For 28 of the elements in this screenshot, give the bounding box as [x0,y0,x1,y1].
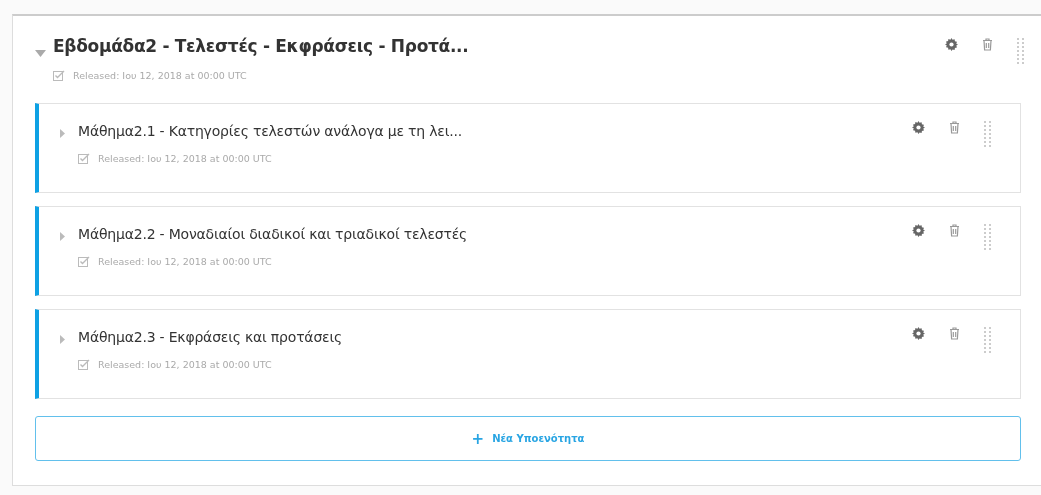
checkbox-icon [53,70,65,81]
drag-handle-icon[interactable] [984,327,992,353]
caret-right-icon[interactable] [60,129,65,138]
trash-icon[interactable] [949,327,960,340]
settings-icon[interactable] [912,327,925,340]
release-status: Released: Ιου 12, 2018 at 00:00 UTC [98,359,272,370]
settings-icon[interactable] [912,224,925,237]
subsection-title[interactable]: Μάθημα2.3 - Εκφράσεις και προτάσεις [78,329,342,345]
release-status: Released: Ιου 12, 2018 at 00:00 UTC [98,256,272,267]
settings-icon[interactable] [945,38,958,51]
drag-handle-icon[interactable] [1017,38,1025,64]
subsection-title[interactable]: Μάθημα2.2 - Μοναδιαίοι διαδικοί και τριαδικοί τελεστές [78,226,468,242]
checkbox-icon [78,256,90,267]
drag-handle-icon[interactable] [984,121,992,147]
trash-icon[interactable] [982,38,993,51]
trash-icon[interactable] [949,121,960,134]
subsection-title[interactable]: Μάθημα2.1 - Κατηγορίες τελεστών ανάλογα με τη λει... [78,123,462,139]
caret-right-icon[interactable] [60,232,65,241]
settings-icon[interactable] [912,121,925,134]
caret-right-icon[interactable] [60,335,65,344]
release-status: Released: Ιου 12, 2018 at 00:00 UTC [98,153,272,164]
checkbox-icon [78,153,90,164]
caret-down-icon[interactable] [35,50,46,57]
section-title[interactable]: Εβδομάδα2 - Τελεστές - Εκφράσεις - Προτά... [53,36,469,56]
release-status: Released: Ιου 12, 2018 at 00:00 UTC [73,70,247,81]
trash-icon[interactable] [949,224,960,237]
checkbox-icon [78,359,90,370]
drag-handle-icon[interactable] [984,224,992,250]
